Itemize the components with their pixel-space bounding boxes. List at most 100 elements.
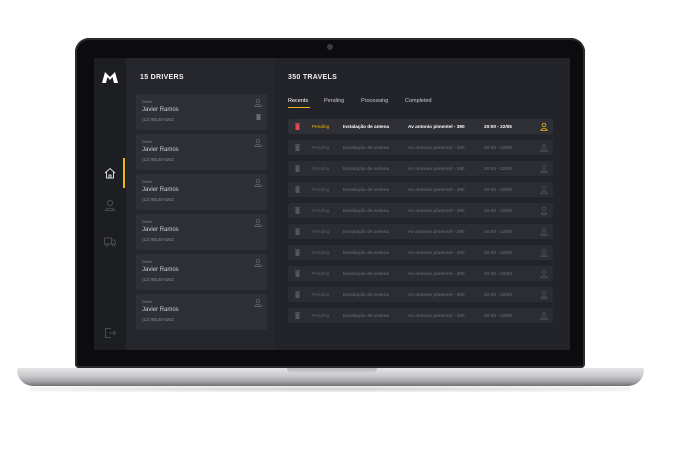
travels-panel: 350 TRAVELS Recents Pending Processing C… — [274, 58, 570, 350]
driver-role: Driver — [142, 299, 153, 304]
trash-icon[interactable] — [295, 312, 300, 319]
travel-row[interactable]: Pending Instalação de antena Av antonio … — [288, 203, 553, 218]
travel-time: 20:00 - 22/05 — [484, 313, 512, 318]
app-screen: 15 DRIVERS Driver Javier Ramos (12) 9814… — [94, 58, 570, 350]
driver-name: Javier Ramos — [142, 227, 179, 233]
travel-time: 20:00 - 22/05 — [484, 250, 512, 255]
laptop-notch — [287, 368, 377, 374]
travels-title: 350 TRAVELS — [288, 74, 338, 81]
driver-card[interactable]: Driver Javier Ramos (12) 98145-0253 — [136, 214, 267, 250]
assign-driver-icon[interactable] — [540, 185, 548, 194]
travel-status: Pending — [312, 313, 330, 318]
travel-row[interactable]: Pending Instalação de antena Av antonio … — [288, 287, 553, 302]
travel-status: Pending — [312, 124, 330, 129]
travel-row[interactable]: Pending Instalação de antena Av antonio … — [288, 182, 553, 197]
tab-completed[interactable]: Completed — [405, 98, 432, 104]
assign-driver-icon[interactable] — [540, 122, 548, 131]
trash-icon[interactable] — [295, 144, 300, 151]
driver-name: Javier Ramos — [142, 267, 179, 273]
driver-name: Javier Ramos — [142, 107, 179, 113]
trash-icon[interactable] — [295, 207, 300, 214]
assign-driver-icon[interactable] — [540, 311, 548, 320]
travel-status: Pending — [312, 250, 330, 255]
travel-service: Instalação de antena — [343, 145, 390, 150]
driver-card[interactable]: Driver Javier Ramos (12) 98145-0253 — [136, 254, 267, 290]
camera — [327, 44, 333, 50]
assign-driver-icon[interactable] — [540, 143, 548, 152]
trash-icon[interactable] — [256, 114, 261, 120]
travel-time: 20:00 - 22/05 — [484, 166, 512, 171]
travel-address: Av antonio pimentel - 390 — [408, 271, 465, 276]
travel-status: Pending — [312, 166, 330, 171]
user-icon[interactable] — [254, 258, 262, 267]
logout-icon[interactable] — [103, 326, 117, 340]
trash-icon[interactable] — [295, 270, 300, 277]
truck-icon[interactable] — [103, 234, 117, 248]
travel-address: Av antonio pimentel - 390 — [408, 145, 465, 150]
travel-service: Instalação de antena — [343, 292, 390, 297]
logo-m[interactable] — [101, 71, 119, 83]
assign-driver-icon[interactable] — [540, 269, 548, 278]
travel-address: Av antonio pimentel - 390 — [408, 166, 465, 171]
trash-icon[interactable] — [295, 186, 300, 193]
travel-address: Av antonio pimentel - 390 — [408, 250, 465, 255]
travel-service: Instalação de antena — [343, 124, 390, 129]
driver-phone: (12) 98145-0253 — [142, 237, 174, 242]
travel-address: Av antonio pimentel - 390 — [408, 208, 465, 213]
trash-icon[interactable] — [295, 291, 300, 298]
assign-driver-icon[interactable] — [540, 227, 548, 236]
travel-service: Instalação de antena — [343, 229, 390, 234]
travel-row[interactable]: Pending Instalação de antena Av antonio … — [288, 161, 553, 176]
driver-role: Driver — [142, 179, 153, 184]
driver-role: Driver — [142, 99, 153, 104]
travel-address: Av antonio pimentel - 390 — [408, 124, 465, 129]
driver-card[interactable]: Driver Javier Ramos (12) 98145-0253 — [136, 134, 267, 170]
tab-processing[interactable]: Processing — [361, 98, 388, 104]
trash-icon[interactable] — [295, 249, 300, 256]
driver-role: Driver — [142, 139, 153, 144]
travel-address: Av antonio pimentel - 390 — [408, 292, 465, 297]
driver-role: Driver — [142, 259, 153, 264]
travel-row[interactable]: Pending Instalação de antena Av antonio … — [288, 119, 553, 134]
travel-time: 20:00 - 22/05 — [484, 271, 512, 276]
driver-phone: (12) 98145-0253 — [142, 197, 174, 202]
user-icon[interactable] — [254, 178, 262, 187]
driver-phone: (12) 98145-0253 — [142, 317, 174, 322]
active-indicator — [123, 158, 125, 188]
travel-row[interactable]: Pending Instalação de antena Av antonio … — [288, 308, 553, 323]
assign-driver-icon[interactable] — [540, 206, 548, 215]
user-icon[interactable] — [103, 198, 117, 212]
assign-driver-icon[interactable] — [540, 248, 548, 257]
assign-driver-icon[interactable] — [540, 290, 548, 299]
travel-row[interactable]: Pending Instalação de antena Av antonio … — [288, 266, 553, 281]
user-icon[interactable] — [254, 98, 262, 107]
travel-time: 20:00 - 22/05 — [484, 292, 512, 297]
travel-service: Instalação de antena — [343, 166, 390, 171]
driver-name: Javier Ramos — [142, 187, 179, 193]
driver-card[interactable]: Driver Javier Ramos (12) 98145-0253 — [136, 174, 267, 210]
travel-service: Instalação de antena — [343, 313, 390, 318]
travel-row[interactable]: Pending Instalação de antena Av antonio … — [288, 245, 553, 260]
travel-service: Instalação de antena — [343, 187, 390, 192]
driver-role: Driver — [142, 219, 153, 224]
driver-card[interactable]: Driver Javier Ramos (12) 98145-0253 — [136, 294, 267, 330]
travel-time: 20:00 - 22/05 — [484, 229, 512, 234]
trash-icon[interactable] — [295, 165, 300, 172]
tab-pending[interactable]: Pending — [324, 98, 344, 104]
travel-time: 20:00 - 22/05 — [484, 145, 512, 150]
icon-sidebar — [94, 58, 126, 350]
tab-recents[interactable]: Recents — [288, 98, 308, 104]
travel-row[interactable]: Pending Instalação de antena Av antonio … — [288, 140, 553, 155]
trash-icon[interactable] — [295, 123, 300, 130]
travel-status: Pending — [312, 292, 330, 297]
assign-driver-icon[interactable] — [540, 164, 548, 173]
home-icon[interactable] — [103, 166, 117, 180]
user-icon[interactable] — [254, 218, 262, 227]
user-icon[interactable] — [254, 298, 262, 307]
driver-name: Javier Ramos — [142, 147, 179, 153]
driver-card[interactable]: Driver Javier Ramos (12) 98145-0253 — [136, 94, 267, 130]
user-icon[interactable] — [254, 138, 262, 147]
travel-status: Pending — [312, 229, 330, 234]
travel-row[interactable]: Pending Instalação de antena Av antonio … — [288, 224, 553, 239]
trash-icon[interactable] — [295, 228, 300, 235]
